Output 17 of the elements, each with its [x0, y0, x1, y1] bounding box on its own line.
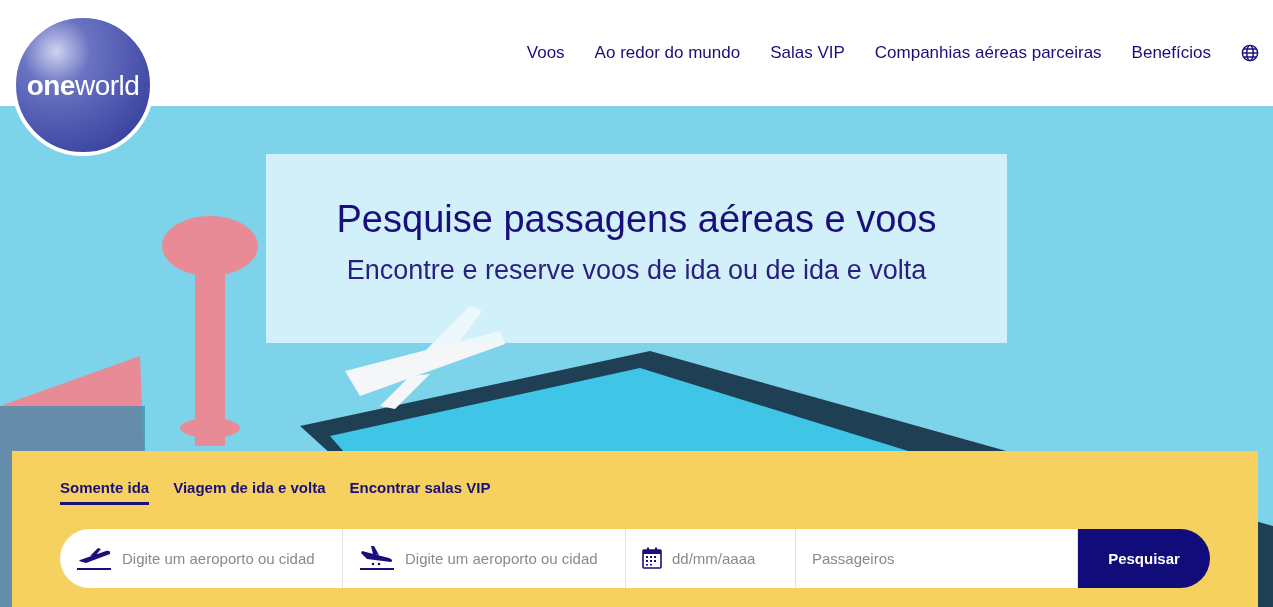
- trip-tab[interactable]: Viagem de ida e volta: [173, 478, 326, 505]
- departure-field[interactable]: Digite um aeroporto ou cidad: [60, 528, 343, 588]
- hero-title: Pesquise passagens aéreas e voos: [335, 198, 938, 241]
- globe-icon[interactable]: [1241, 44, 1259, 62]
- logo-text: oneworld: [26, 70, 140, 102]
- nav-link[interactable]: Benefícios: [1131, 43, 1211, 63]
- trip-tab[interactable]: Encontrar salas VIP: [349, 478, 491, 505]
- date-field[interactable]: dd/mm/aaaa: [626, 528, 796, 588]
- nav-link[interactable]: Voos: [526, 43, 565, 63]
- nav-link[interactable]: Salas VIP: [770, 43, 845, 63]
- passengers-field[interactable]: Passageiros: [796, 528, 1078, 588]
- nav-link[interactable]: Ao redor do mundo: [594, 43, 741, 63]
- search-button[interactable]: Pesquisar: [1078, 528, 1210, 588]
- nav-link[interactable]: Companhias aéreas parceiras: [874, 43, 1102, 63]
- trip-tab[interactable]: Somente ida: [60, 478, 150, 505]
- hero-subtitle: Encontre e reserve voos de ida ou de ida e volta: [345, 255, 928, 286]
- arrival-field[interactable]: Digite um aeroporto ou cidad: [343, 528, 626, 588]
